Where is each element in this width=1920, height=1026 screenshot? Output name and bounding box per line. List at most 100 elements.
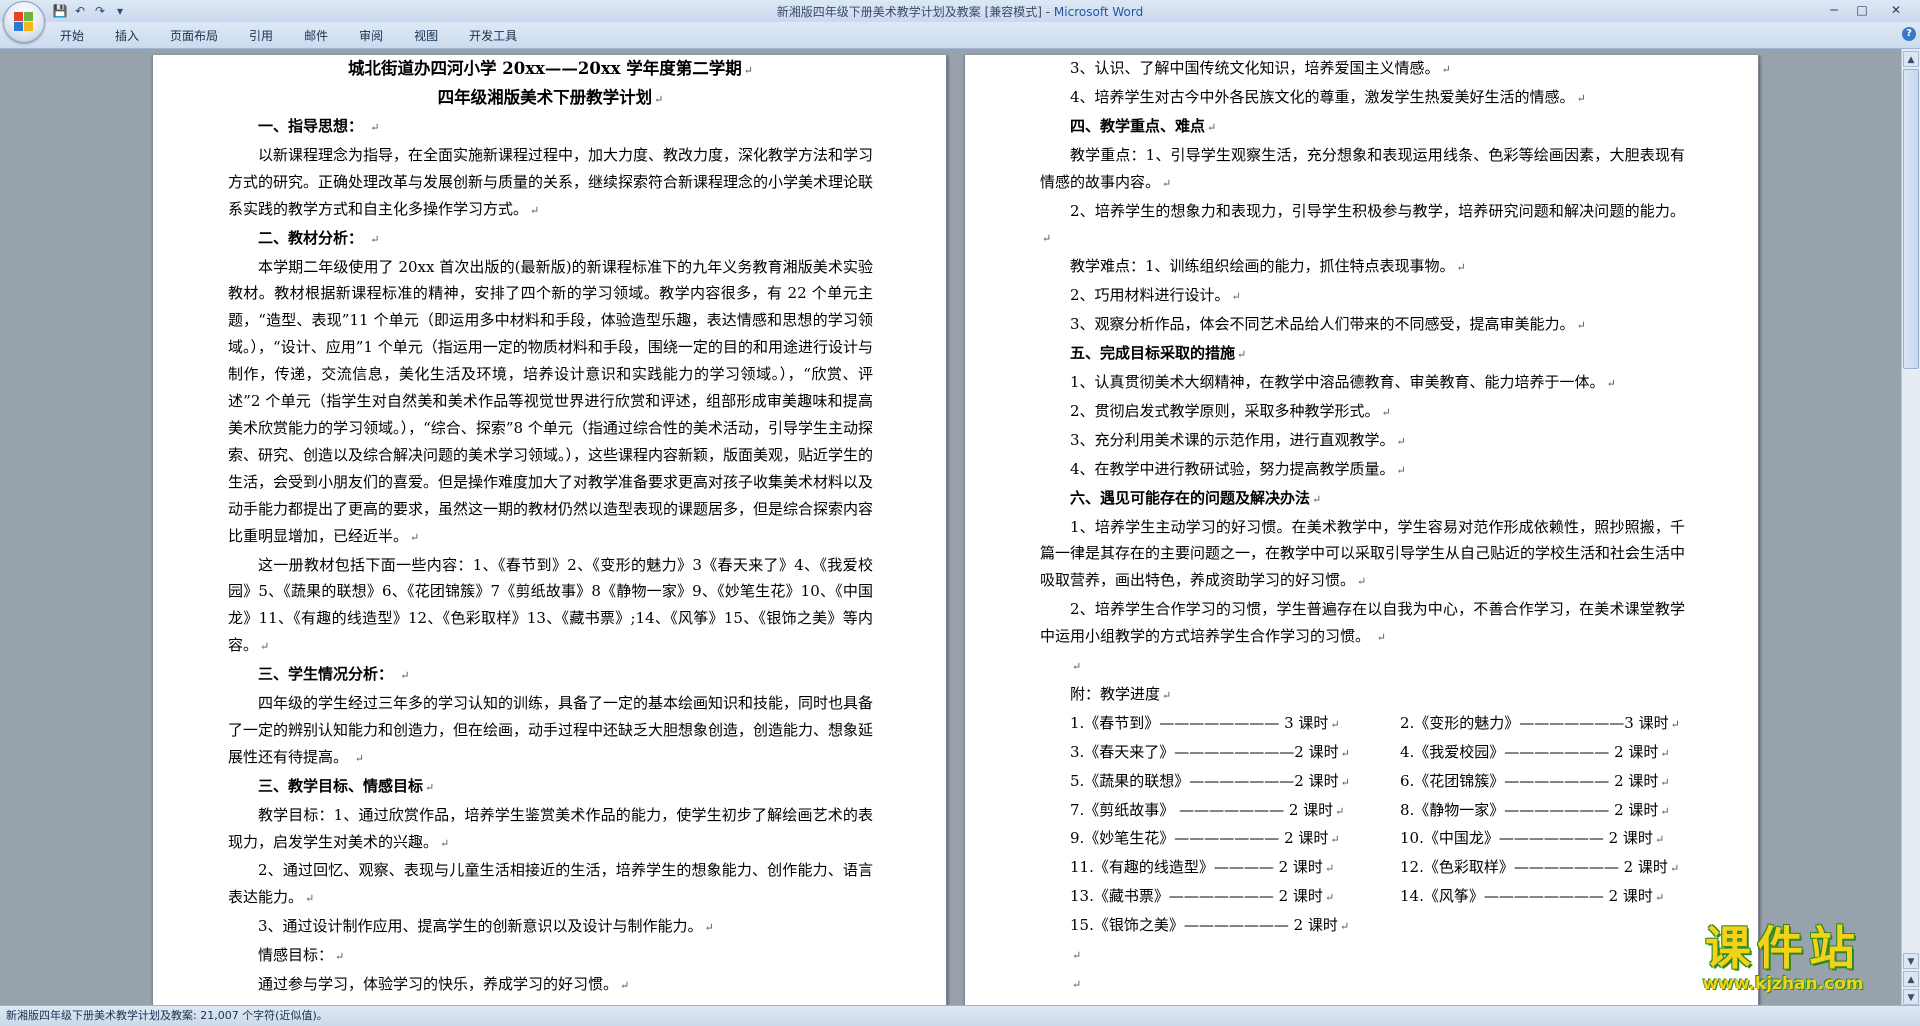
- paragraph-mark-icon: ↵: [1340, 775, 1350, 789]
- paragraph: 2、贯彻启发式教学原则，采取多种教学形式。 ↵: [1040, 398, 1685, 427]
- empty-paragraph: ↵: [1040, 941, 1685, 970]
- paragraph: 3、观察分析作品，体会不同艺术品给人们带来的不同感受，提高审美能力。 ↵: [1040, 311, 1685, 340]
- paragraph-mark-icon: ↵: [354, 751, 364, 765]
- paragraph-mark-icon: ↵: [1312, 492, 1322, 506]
- ribbon-tab[interactable]: 页面布局: [170, 27, 237, 44]
- paragraph-mark-icon: ↵: [1660, 775, 1670, 789]
- progress-cell: 1.《春节到》———————— 3 课时 ↵: [1040, 710, 1370, 739]
- paragraph: 2、通过回忆、观察、表现与儿童生活相接近的生活，培养学生的想象能力、创作能力、语…: [228, 857, 873, 913]
- scrollbar-thumb[interactable]: [1903, 69, 1919, 369]
- paragraph: 4、培养学生对古今中外各民族文化的尊重，激发学生热爱美好生活的情感。 ↵: [1040, 84, 1685, 113]
- paragraph-text: 2、通过回忆、观察、表现与儿童生活相接近的生活，培养学生的想象能力、创作能力、语…: [228, 861, 873, 907]
- section-heading: 四、教学重点、难点 ↵: [1040, 113, 1685, 142]
- document-workspace: 城北街道办四河小学 20xx——20xx 学年度第二学期 ↵ 四年级湘版美术下册教学…: [0, 49, 1902, 1005]
- progress-cell-text: 4.《我爱校园》——————— 2 课时: [1400, 742, 1659, 761]
- paragraph-mark-icon: ↵: [1441, 63, 1451, 76]
- previous-page-icon[interactable]: ▲: [1903, 971, 1919, 987]
- scroll-down-icon[interactable]: ▼: [1903, 953, 1919, 969]
- progress-cell-text: 10.《中国龙》——————— 2 课时: [1400, 829, 1653, 848]
- progress-cell: 15.《银饰之美》——————— 2 课时 ↵: [1040, 912, 1370, 941]
- ribbon-tab[interactable]: 插入: [115, 27, 158, 44]
- paragraph-text: 三、教学目标、情感目标: [258, 776, 424, 795]
- paragraph-text: 3、通过设计制作应用、提高学生的创新意识以及设计与制作能力。: [258, 917, 703, 936]
- progress-cell: 7.《剪纸故事》 ——————— 2 课时 ↵: [1040, 797, 1370, 826]
- paragraph-mark-icon: ↵: [1339, 920, 1350, 934]
- document-title-line: 四年级湘版美术下册教学计划 ↵: [228, 84, 873, 113]
- paragraph-mark-icon: ↵: [1072, 660, 1082, 674]
- paragraph-text: 4、培养学生对古今中外各民族文化的尊重，激发学生热爱美好生活的情感。: [1070, 87, 1575, 106]
- paragraph-mark-icon: ↵: [1670, 717, 1680, 731]
- paragraph-mark-icon: ↵: [1042, 232, 1052, 246]
- ribbon-tab[interactable]: 开始: [60, 27, 103, 44]
- progress-cell-text: 9.《妙笔生花》——————— 2 课时: [1070, 829, 1329, 848]
- paragraph: 教学目标：1、通过欣赏作品，培养学生鉴赏美术作品的能力，使学生初步了解绘画艺术的…: [228, 802, 873, 858]
- progress-cell-text: 15.《银饰之美》——————— 2 课时: [1070, 916, 1338, 935]
- paragraph-mark-icon: ↵: [1324, 891, 1335, 905]
- paragraph-mark-icon: ↵: [1654, 833, 1665, 847]
- document-page-right[interactable]: 3、认识、了解中国传统文化知识，培养爱国主义情感。 ↵ 4、培养学生对古今中外各民族…: [964, 55, 1759, 1005]
- progress-row: 7.《剪纸故事》 ——————— 2 课时 ↵ 8.《静物一家》——————— 2 …: [1040, 797, 1685, 826]
- progress-cell: 5.《蔬果的联想》———————2 课时 ↵: [1040, 768, 1370, 797]
- paragraph-mark-icon: ↵: [1606, 376, 1616, 390]
- paragraph: 3、充分利用美术课的示范作用，进行直观教学。 ↵: [1040, 427, 1685, 456]
- progress-cell-text: 5.《蔬果的联想》———————2 课时: [1070, 771, 1339, 790]
- progress-cell-text: 14.《风筝》———————— 2 课时: [1400, 887, 1653, 906]
- page-content-left: 城北街道办四河小学 20xx——20xx 学年度第二学期 ↵ 四年级湘版美术下册教学…: [228, 55, 873, 1005]
- paragraph-text: 3、观察分析作品，体会不同艺术品给人们带来的不同感受，提高审美能力。: [1070, 315, 1575, 334]
- ribbon-tab[interactable]: 开发工具: [469, 27, 536, 44]
- document-title-line: 城北街道办四河小学 20xx——20xx 学年度第二学期 ↵: [228, 55, 873, 84]
- progress-cell: 8.《静物一家》——————— 2 课时 ↵: [1370, 797, 1670, 826]
- ribbon-tab-bar: 开始 插入 页面布局 引用 邮件 审阅 视图 开发工具 ?: [0, 22, 1920, 49]
- paragraph-mark-icon: ↵: [1660, 804, 1670, 818]
- paragraph-mark-icon: ↵: [335, 950, 345, 964]
- paragraph-mark-icon: ↵: [1162, 176, 1172, 190]
- progress-row: 11.《有趣的线造型》———— 2 课时 ↵ 12.《色彩取样》——————— 2 …: [1040, 854, 1685, 883]
- paragraph: 2、巧用材料进行设计。 ↵: [1040, 282, 1685, 311]
- close-button[interactable]: ✕: [1876, 0, 1916, 20]
- progress-row: 1.《春节到》———————— 3 课时 ↵ 2.《变形的魅力》———————3 课…: [1040, 710, 1685, 739]
- scroll-up-icon[interactable]: ▲: [1903, 51, 1919, 67]
- progress-row: 15.《银饰之美》——————— 2 课时 ↵: [1040, 912, 1685, 941]
- ribbon-tab[interactable]: 审阅: [359, 27, 402, 44]
- progress-cell-text: 1.《春节到》———————— 3 课时: [1070, 713, 1329, 732]
- document-title: 新湘版四年级下册美术教学计划及教案 [兼容模式] -: [776, 5, 1054, 19]
- next-page-icon[interactable]: ▼: [1903, 989, 1919, 1005]
- watermark-main: 课件站: [1705, 921, 1861, 975]
- status-text: 新湘版四年级下册美术教学计划及教案: 21,007 个字符(近似值)。: [6, 1009, 328, 1022]
- help-icon[interactable]: ?: [1902, 27, 1916, 41]
- progress-cell-text: 11.《有趣的线造型》———— 2 课时: [1070, 858, 1323, 877]
- paragraph-text: 四年级湘版美术下册教学计划: [437, 88, 653, 107]
- minimize-button[interactable]: ─: [1820, 0, 1848, 20]
- paragraph: ↵: [1040, 652, 1685, 681]
- paragraph-text: 二、教材分析：: [258, 228, 369, 247]
- paragraph-text: 三、学生情况分析：: [258, 665, 399, 684]
- progress-cell: 3.《春天来了》————————2 课时 ↵: [1040, 739, 1370, 768]
- paragraph-text: 六、遇见可能存在的问题及解决办法: [1070, 488, 1311, 507]
- vertical-scrollbar[interactable]: ▲ ▼ ▲ ▼: [1901, 49, 1920, 1005]
- maximize-button[interactable]: □: [1848, 0, 1876, 20]
- watermark-logo: 课件站 www.kjzhan.com: [1668, 922, 1898, 1002]
- progress-row: 9.《妙笔生花》——————— 2 课时 ↵ 10.《中国龙》——————— 2 课…: [1040, 825, 1685, 854]
- paragraph-text: 通过参与学习，体验学习的快乐，养成学习的好习惯。: [258, 975, 619, 994]
- progress-row: 5.《蔬果的联想》———————2 课时 ↵ 6.《花团锦簇》——————— 2 课…: [1040, 768, 1685, 797]
- progress-cell: 2.《变形的魅力》———————3 课时 ↵: [1370, 710, 1680, 739]
- ribbon-tabs: 开始 插入 页面布局 引用 邮件 审阅 视图 开发工具: [60, 27, 548, 44]
- progress-cell: 13.《藏书票》——————— 2 课时 ↵: [1040, 883, 1370, 912]
- paragraph-mark-icon: ↵: [1330, 833, 1340, 847]
- paragraph-mark-icon: ↵: [743, 64, 753, 77]
- progress-row: 13.《藏书票》——————— 2 课时 ↵ 14.《风筝》———————— 2 课…: [1040, 883, 1685, 912]
- paragraph-text: 城北街道办四河小学 20xx——20xx 学年度第二学期: [348, 59, 742, 78]
- document-page-left[interactable]: 城北街道办四河小学 20xx——20xx 学年度第二学期 ↵ 四年级湘版美术下册教学…: [152, 55, 947, 1005]
- paragraph-text: 这一册教材包括下面一些内容：1、《春节到》2、《变形的魅力》3《春天来了》4、《…: [228, 555, 873, 655]
- ribbon-tab[interactable]: 邮件: [304, 27, 347, 44]
- paragraph-text: 以新课程理念为指导，在全面实施新课程过程中，加大力度、教改力度，深化教学方法和学…: [228, 145, 874, 218]
- ribbon-tab[interactable]: 引用: [249, 27, 292, 44]
- office-button[interactable]: [3, 1, 45, 43]
- paragraph-text: 情感目标：: [258, 946, 334, 965]
- paragraph: 本学期二年级使用了 20xx 首次出版的(最新版)的新课程标准下的九年义务教育湘…: [228, 254, 873, 552]
- paragraph-mark-icon: ↵: [1660, 746, 1670, 760]
- progress-cell: 10.《中国龙》——————— 2 课时 ↵: [1370, 825, 1664, 854]
- progress-cell-text: 12.《色彩取样》——————— 2 课时: [1400, 858, 1668, 877]
- ribbon-tab[interactable]: 视图: [414, 27, 457, 44]
- section-heading: 五、完成目标采取的措施 ↵: [1040, 340, 1685, 369]
